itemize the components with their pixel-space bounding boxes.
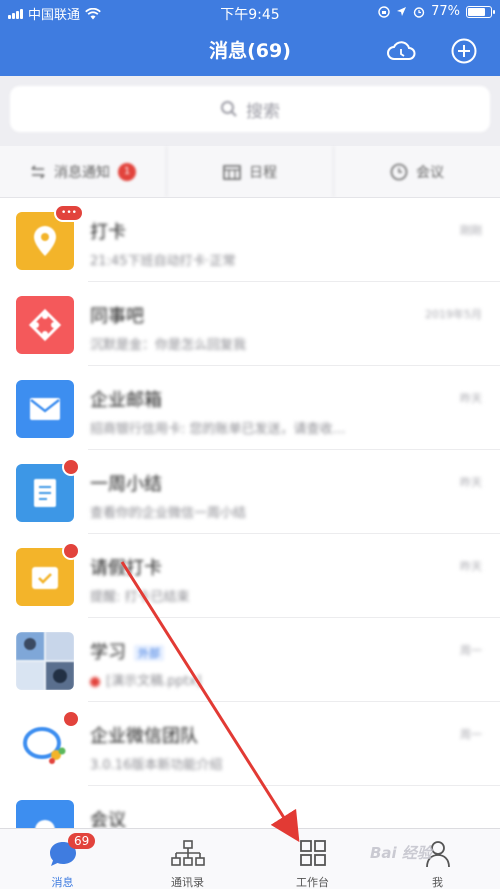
message-preview: 3.0.16版本新功能介绍 (90, 758, 223, 773)
search-area: 搜索 (0, 76, 500, 146)
tab-label: 工作台 (296, 876, 329, 889)
mail-icon (16, 380, 74, 438)
meeting-clock-icon (390, 163, 408, 180)
list-item-punch[interactable]: ••• 打卡 21:45下班自动打卡·正常 刚刚 (0, 198, 500, 282)
list-item-meeting[interactable]: 会议 (0, 786, 500, 828)
tab-messages[interactable]: 69 消息 (0, 829, 125, 889)
message-title: 打卡 (90, 222, 126, 243)
notification-badge: 1 (118, 162, 136, 181)
message-preview: [演示文稿.pptx] (90, 670, 202, 689)
quick-action-bar: 消息通知 1 日程 会议 (0, 146, 500, 198)
battery-icon (466, 5, 495, 18)
unread-badge: ••• (54, 204, 84, 222)
unread-dot (62, 710, 80, 728)
list-item-study[interactable]: 学习 外部 [演示文稿.pptx] 周一 (0, 618, 500, 702)
org-chart-icon (170, 840, 205, 866)
list-item-colleagues[interactable]: 同事吧 沉默是金：你是怎么回复我 2019年5月 (0, 282, 500, 366)
quick-item-label: 消息通知 (54, 164, 110, 181)
message-title: 会议 (90, 810, 126, 828)
message-title: 企业邮箱 (90, 390, 162, 411)
tab-label: 我 (432, 876, 443, 889)
message-title: 同事吧 (90, 306, 144, 327)
tab-label: 通讯录 (171, 876, 204, 889)
message-title: 请假打卡 (90, 558, 162, 579)
unread-dot (62, 458, 80, 476)
quick-item-meeting[interactable]: 会议 (334, 146, 500, 197)
message-time: 昨天 (460, 476, 482, 489)
alarm-icon (413, 6, 425, 18)
message-preview: 沉默是金：你是怎么回复我 (90, 338, 247, 353)
watermark: Bai 经验 (370, 844, 432, 862)
quick-item-calendar[interactable]: 日程 (167, 146, 334, 197)
location-arrow-icon (397, 7, 407, 16)
message-time: 周一 (460, 644, 482, 657)
message-time: 2019年5月 (425, 308, 482, 321)
quick-item-label: 日程 (249, 164, 277, 181)
list-item-wecom-team[interactable]: 企业微信团队 3.0.16版本新功能介绍 周一 (0, 702, 500, 786)
search-input[interactable]: 搜索 (10, 86, 490, 132)
list-item-weekly[interactable]: 一周小结 查看你的企业微信一周小结 昨天 (0, 450, 500, 534)
message-time: 周一 (460, 728, 482, 741)
plus-circle-icon[interactable] (449, 36, 479, 66)
quick-item-notifications[interactable]: 消息通知 1 (0, 146, 167, 197)
message-time: 昨天 (460, 392, 482, 405)
rotation-lock-icon (378, 5, 390, 18)
message-title: 一周小结 (90, 474, 162, 495)
tab-label: 消息 (51, 876, 74, 889)
page-title: 消息(69) (209, 40, 291, 62)
quick-item-label: 会议 (416, 164, 444, 181)
message-list: ••• 打卡 21:45下班自动打卡·正常 刚刚 同事吧 沉默是金：你是怎么回复… (0, 198, 500, 828)
message-preview: 提醒: 打卡已结束 (90, 590, 190, 605)
search-icon (221, 101, 237, 117)
unread-dot (62, 542, 80, 560)
battery-level (468, 7, 485, 16)
calendar-icon (223, 164, 241, 180)
unread-dot (90, 676, 100, 687)
top-header: 中国联通 下午9:45 77% 消息(69) (0, 0, 500, 76)
message-title: 企业微信团队 (90, 726, 198, 747)
grid-icon (299, 840, 326, 866)
message-time: 刚刚 (460, 224, 482, 237)
tab-workbench[interactable]: 工作台 (250, 829, 375, 889)
meeting-icon (16, 800, 74, 828)
message-title-text: 学习 (90, 642, 126, 663)
message-preview-text: [演示文稿.pptx] (106, 674, 202, 689)
message-preview: 招商银行信用卡: 您的账单已发送，请查收… (90, 422, 346, 437)
status-bar: 中国联通 下午9:45 77% (0, 0, 500, 26)
list-item-leave[interactable]: 请假打卡 提醒: 打卡已结束 昨天 (0, 534, 500, 618)
swap-icon (31, 164, 45, 179)
message-preview: 查看你的企业微信一周小结 (90, 506, 247, 521)
cloud-icon[interactable] (386, 36, 416, 66)
battery-percent: 77% (431, 4, 460, 19)
group-avatar (16, 632, 74, 690)
list-item-mail[interactable]: 企业邮箱 招商银行信用卡: 您的账单已发送，请查收… 昨天 (0, 366, 500, 450)
message-preview: 21:45下班自动打卡·正常 (90, 254, 236, 269)
message-title: 学习 外部 (90, 638, 164, 664)
diamond-icon (16, 296, 74, 354)
tab-contacts[interactable]: 通讯录 (125, 829, 250, 889)
tab-badge: 69 (68, 833, 96, 849)
status-right: 77% (378, 4, 495, 19)
message-time: 昨天 (460, 560, 482, 573)
search-placeholder: 搜索 (246, 101, 280, 122)
external-tag: 外部 (134, 645, 164, 661)
